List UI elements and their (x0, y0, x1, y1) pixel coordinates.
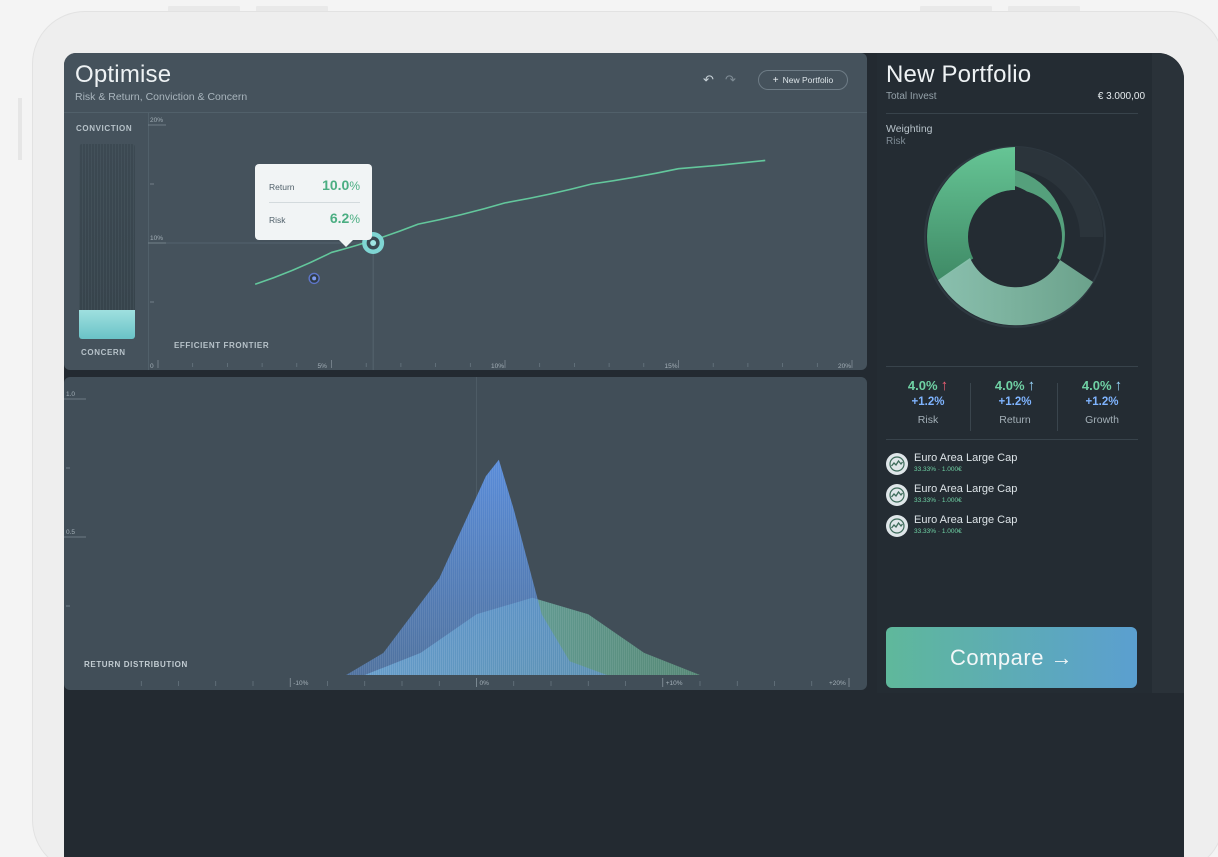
x-tick-label: -10% (293, 680, 308, 687)
weighting-risk-label: Risk (886, 136, 906, 147)
total-invest-label: Total Invest (886, 91, 937, 102)
metric-value: 4.0% (994, 378, 1025, 393)
metric-divider (970, 383, 971, 431)
concern-label: CONCERN (81, 348, 126, 357)
current-point-core (312, 276, 317, 281)
sidebar-divider (886, 113, 1138, 114)
fund-chart-icon (886, 515, 908, 537)
holding-item[interactable]: Euro Area Large Cap 33.33% · 1.000€ (886, 451, 1017, 479)
page-title: Optimise (75, 61, 172, 88)
compare-button[interactable]: Compare → (886, 627, 1137, 688)
metric-delta: +1.2% (911, 396, 945, 408)
sidebar-divider (886, 366, 1138, 367)
holding-item[interactable]: Euro Area Large Cap 33.33% · 1.000€ (886, 513, 1017, 541)
x-tick-label: +20% (829, 680, 846, 687)
holding-detail: 33.33% · 1.000€ (914, 466, 962, 473)
return-distribution-chart[interactable]: 1.0 0.5 -10% 0% +10% +20% (64, 377, 867, 690)
x-tick-label: 10% (491, 363, 504, 370)
undo-icon[interactable]: ↶ (703, 72, 714, 88)
tooltip-return-value: 10.0 (322, 177, 350, 193)
metric-value: 4.0% (907, 378, 938, 393)
app-screen: Optimise Risk & Return, Conviction & Con… (64, 53, 1184, 857)
new-portfolio-label: New Portfolio (782, 75, 834, 85)
tooltip-return-label: Return (269, 182, 295, 192)
tooltip-return-unit: % (349, 179, 360, 193)
metric-label: Return (999, 414, 1031, 426)
conviction-label: CONVICTION (76, 124, 133, 133)
y-tick-label: 10% (150, 235, 163, 242)
page-subtitle: Risk & Return, Conviction & Concern (75, 91, 248, 103)
efficient-frontier-chart[interactable]: 20% 10% 0 5% 10% 15% 20% (148, 113, 867, 370)
metric-risk: 4.0% ↑ +1.2% Risk (886, 377, 970, 426)
return-distribution-label: RETURN DISTRIBUTION (84, 660, 188, 669)
total-invest-value: € 3.000,00 (1097, 91, 1145, 102)
x-tick-label: 20% (838, 363, 851, 370)
donut-hole (968, 190, 1062, 284)
holding-detail: 33.33% · 1.000€ (914, 528, 962, 535)
fund-chart-icon (886, 453, 908, 475)
holding-detail: 33.33% · 1.000€ (914, 497, 962, 504)
arrow-up-icon: ↑ (940, 377, 949, 394)
holding-name: Euro Area Large Cap (914, 483, 1018, 495)
y-tick-label: 0.5 (66, 529, 75, 536)
side-edge (1152, 53, 1184, 693)
holding-name: Euro Area Large Cap (914, 514, 1018, 526)
weighting-donut-chart[interactable] (910, 132, 1120, 342)
return-distribution-panel: 1.0 0.5 -10% 0% +10% +20% RETURN DISTRIBUTION (64, 377, 867, 690)
portfolio-title: New Portfolio (886, 61, 1032, 88)
efficient-frontier-label: EFFICIENT FRONTIER (174, 341, 270, 350)
metric-divider (1057, 383, 1058, 431)
frontier-tooltip: Return 10.0% Risk 6.2% (255, 164, 372, 247)
conviction-slider[interactable] (79, 144, 135, 339)
y-tick-label: 1.0 (66, 391, 75, 398)
holding-name: Euro Area Large Cap (914, 452, 1018, 464)
y-tick-label: 20% (150, 117, 163, 124)
portfolio-sidebar: New Portfolio Total Invest € 3.000,00 We… (877, 53, 1152, 693)
metric-label: Risk (917, 414, 939, 426)
metric-delta: +1.2% (998, 396, 1032, 408)
metric-growth: 4.0% ↑ +1.2% Growth (1060, 377, 1144, 426)
redo-icon[interactable]: ↷ (725, 72, 736, 88)
sidebar-divider (886, 439, 1138, 440)
metric-return: 4.0% ↑ +1.2% Return (973, 377, 1057, 426)
metric-delta: +1.2% (1085, 396, 1119, 408)
conviction-slider-fill (79, 309, 135, 339)
tooltip-risk-unit: % (349, 212, 360, 226)
x-tick-label: 15% (665, 363, 678, 370)
x-tick-label: 0% (480, 680, 490, 687)
metric-label: Growth (1085, 414, 1119, 426)
arrow-up-icon: ↑ (1114, 377, 1123, 394)
add-icon: + (772, 74, 779, 86)
new-portfolio-button[interactable]: + New Portfolio (758, 70, 848, 90)
selected-point-core (370, 240, 377, 246)
fund-chart-icon (886, 484, 908, 506)
tooltip-risk-label: Risk (269, 215, 286, 225)
tooltip-risk-value: 6.2 (329, 210, 350, 226)
holding-item[interactable]: Euro Area Large Cap 33.33% · 1.000€ (886, 482, 1017, 510)
tooltip-divider (269, 202, 360, 203)
background-edge (18, 98, 22, 160)
metric-value: 4.0% (1081, 378, 1112, 393)
optimise-panel: Optimise Risk & Return, Conviction & Con… (64, 53, 867, 370)
x-tick-label: +10% (666, 680, 683, 687)
x-tick-label: 5% (318, 363, 328, 370)
arrow-up-icon: ↑ (1027, 377, 1036, 394)
x-tick-label: 0 (150, 363, 154, 370)
